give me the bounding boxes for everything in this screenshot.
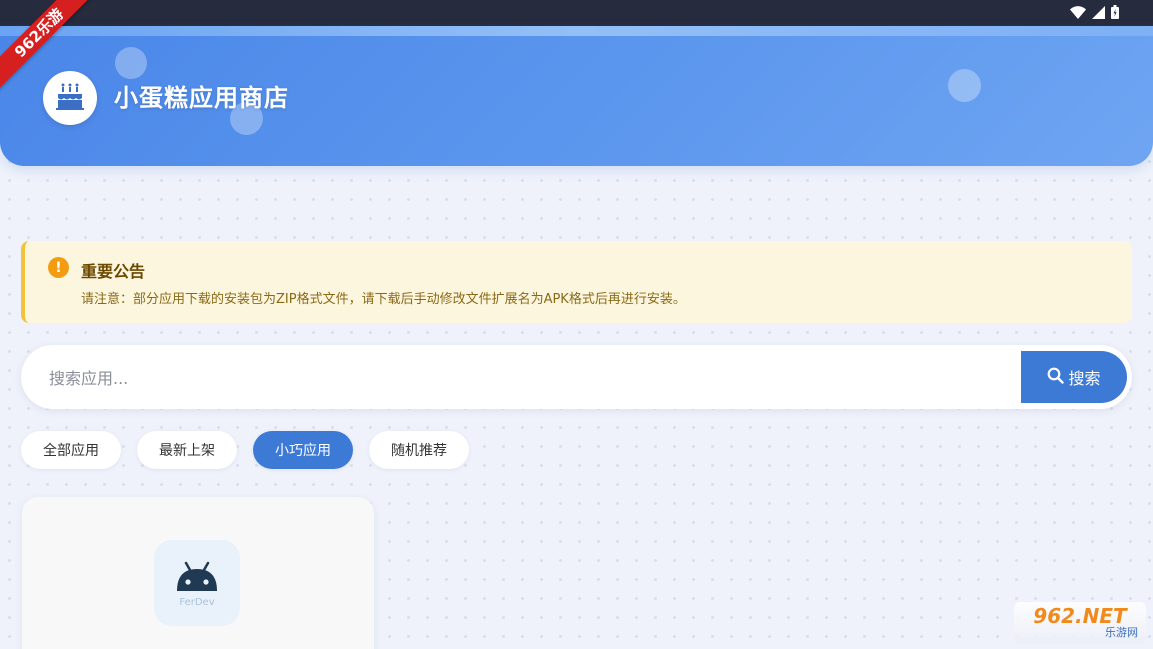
announcement-box: ! 重要公告 请注意：部分应用下载的安装包为ZIP格式文件，请下载后手动修改文件… <box>21 241 1132 323</box>
category-tabs: 全部应用 最新上架 小巧应用 随机推荐 <box>21 431 469 469</box>
watermark-brand: 962.NET <box>1033 604 1127 628</box>
search-input[interactable] <box>47 361 1011 395</box>
wifi-icon <box>1070 4 1086 23</box>
app-header: 小蛋糕应用商店 <box>0 26 1153 166</box>
app-icon[interactable]: FerDev <box>154 540 240 626</box>
app-card[interactable]: FerDev <box>22 497 374 649</box>
app-title: 小蛋糕应用商店 <box>114 84 289 112</box>
watermark-sub: 乐游网 <box>1105 626 1138 639</box>
corner-ribbon-text: 962乐游 <box>0 0 100 94</box>
app-icon-text: FerDev <box>179 597 214 608</box>
announcement-title: 重要公告 <box>81 262 146 281</box>
corner-ribbon: 962乐游 <box>0 0 110 110</box>
cellular-signal-icon <box>1092 4 1105 23</box>
status-bar <box>0 0 1153 26</box>
header-highlight-strip <box>0 26 1153 36</box>
tab-newest[interactable]: 最新上架 <box>137 431 237 469</box>
battery-icon <box>1111 4 1119 23</box>
search-button-label: 搜索 <box>1068 369 1101 388</box>
decorative-bubble <box>948 69 981 102</box>
search-bar: 搜索 <box>21 345 1132 409</box>
tab-random[interactable]: 随机推荐 <box>369 431 469 469</box>
exclamation-icon: ! <box>48 257 69 278</box>
status-icons <box>1070 4 1119 23</box>
tab-all-apps[interactable]: 全部应用 <box>21 431 121 469</box>
announcement-text: 请注意：部分应用下载的安装包为ZIP格式文件，请下载后手动修改文件扩展名为APK… <box>81 292 686 307</box>
tab-small-apps[interactable]: 小巧应用 <box>253 431 353 469</box>
decorative-bubble <box>115 47 147 79</box>
search-button[interactable]: 搜索 <box>1021 351 1127 403</box>
android-icon: FerDev <box>177 561 217 608</box>
search-icon <box>1047 367 1065 388</box>
site-watermark: 962.NET 乐游网 <box>1014 602 1146 644</box>
